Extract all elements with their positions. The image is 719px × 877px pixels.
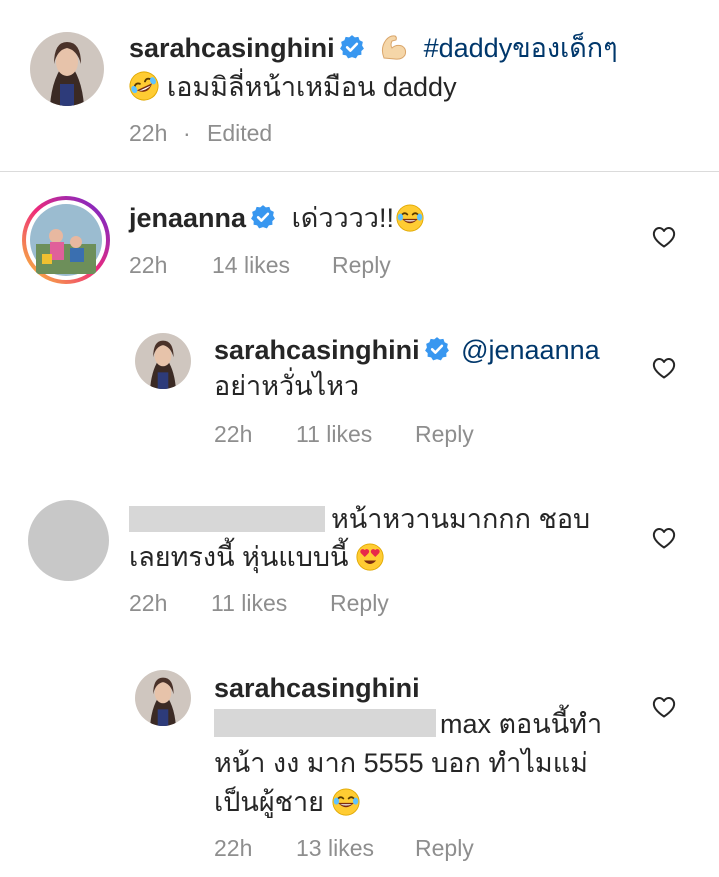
caption-time: 22h: [129, 120, 168, 146]
caption-meta: 22h · Edited: [129, 120, 429, 148]
comment-3-reply-button[interactable]: Reply: [330, 590, 389, 617]
comment-4-line-1: sarahcasinghini: [214, 671, 420, 705]
comment-4-text-line-2: หน้า งง มาก 5555 บอก ทำไมแม่: [214, 748, 588, 778]
caption-separator: ·: [183, 120, 191, 146]
comment-4-likes[interactable]: 13 likes: [296, 835, 374, 862]
comment-3-text-line-1: หน้าหวานมากกก ชอบ: [331, 504, 591, 534]
heart-outline-icon[interactable]: [652, 696, 676, 718]
comment-3-meta: 22h 11 likes Reply: [129, 590, 449, 618]
heart-eyes-emoji: [356, 543, 384, 571]
comment-4-text-line-1: max ตอนนี้ทำ: [440, 709, 603, 739]
comment-2-line-2: อย่าหวั่นไหว: [214, 369, 359, 403]
avatar-sarahcasinghini[interactable]: [30, 32, 104, 106]
caption-line-1: sarahcasinghini #daddyของเด็กๆ: [129, 31, 618, 65]
caption-line-2: เอมมิลี่หน้าเหมือน daddy: [129, 70, 457, 104]
caption-hashtag[interactable]: #daddyของเด็กๆ: [424, 33, 618, 63]
flexed-biceps-emoji: [382, 35, 407, 60]
comment-2-likes[interactable]: 11 likes: [296, 421, 372, 448]
comment-3-text-line-2: เลยทรงนี้ หุ่นแบบนี้: [129, 542, 349, 572]
redacted-username: [129, 506, 325, 532]
comment-2-meta: 22h 11 likes Reply: [214, 421, 534, 449]
rolling-laughing-emoji: [124, 66, 164, 106]
comment-4-line-3: หน้า งง มาก 5555 บอก ทำไมแม่: [214, 746, 588, 780]
comment-4-time: 22h: [214, 835, 253, 861]
comment-1-reply-button[interactable]: Reply: [332, 252, 391, 279]
comment-4-username[interactable]: sarahcasinghini: [214, 673, 420, 703]
comment-2-line-1: sarahcasinghini @jenaanna: [214, 333, 600, 367]
heart-outline-icon[interactable]: [652, 226, 676, 248]
comment-4-text-line-3: เป็นผู้ชาย: [214, 787, 324, 817]
verified-badge-icon: [424, 336, 450, 362]
comment-2-reply-button[interactable]: Reply: [415, 421, 474, 448]
tears-of-joy-emoji: [396, 204, 424, 232]
comment-4-reply-button[interactable]: Reply: [415, 835, 474, 862]
redacted-mention: [214, 709, 436, 737]
comment-1-line: jenaanna เด่วววว!!: [129, 201, 424, 235]
heart-outline-icon[interactable]: [652, 357, 676, 379]
avatar-jenaanna[interactable]: [22, 196, 110, 284]
comment-4-line-2: max ตอนนี้ทำ: [214, 707, 602, 741]
caption-username[interactable]: sarahcasinghini: [129, 33, 335, 63]
tears-of-joy-emoji: [332, 788, 360, 816]
comment-4-line-4: เป็นผู้ชาย: [214, 785, 360, 819]
comment-3-time: 22h: [129, 590, 168, 616]
comment-3-likes[interactable]: 11 likes: [211, 590, 287, 617]
comment-4-meta: 22h 13 likes Reply: [214, 835, 534, 863]
verified-badge-icon: [250, 204, 276, 230]
comment-2-mention[interactable]: @jenaanna: [461, 335, 600, 365]
avatar-sarahcasinghini-reply-1[interactable]: [135, 333, 191, 389]
verified-badge-icon: [339, 34, 365, 60]
comment-2-text: อย่าหวั่นไหว: [214, 371, 360, 401]
avatar-sarahcasinghini-reply-2[interactable]: [135, 670, 191, 726]
comment-1-text: เด่วววว!!: [291, 203, 394, 233]
comment-1-likes[interactable]: 14 likes: [212, 252, 290, 279]
comment-3-line-1: หน้าหวานมากกก ชอบ: [129, 502, 590, 536]
caption-block: sarahcasinghini #daddyของเด็กๆ เอมมิลี่ห…: [0, 0, 719, 172]
caption-edited: Edited: [207, 120, 273, 146]
avatar-anonymous[interactable]: [28, 500, 109, 581]
heart-outline-icon[interactable]: [652, 527, 676, 549]
comment-1-username[interactable]: jenaanna: [129, 203, 246, 233]
caption-text: เอมมิลี่หน้าเหมือน daddy: [167, 72, 457, 102]
comment-1-time: 22h: [129, 252, 168, 278]
comment-2-username[interactable]: sarahcasinghini: [214, 335, 420, 365]
comment-3-line-2: เลยทรงนี้ หุ่นแบบนี้: [129, 540, 384, 574]
comment-1-meta: 22h 14 likes Reply: [129, 252, 449, 280]
comment-2-time: 22h: [214, 421, 253, 447]
